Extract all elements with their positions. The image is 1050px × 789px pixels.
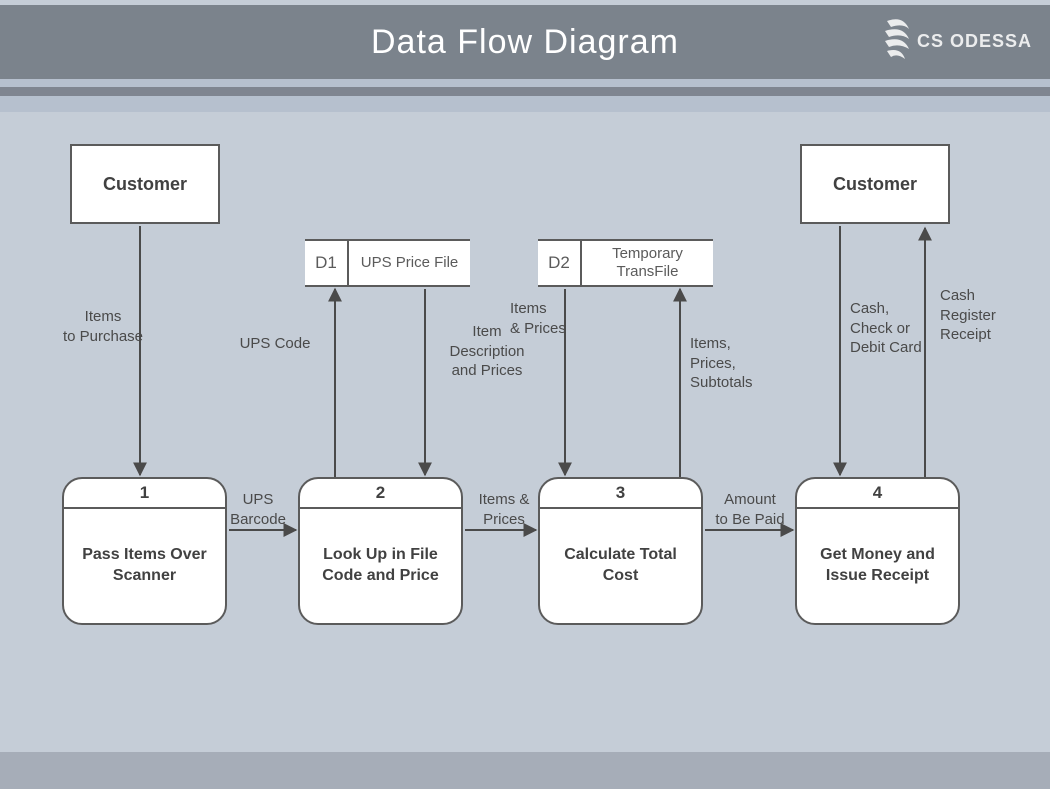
process-4: 4 Get Money and Issue Receipt xyxy=(795,477,960,625)
process-3-num: 3 xyxy=(540,479,701,509)
process-3: 3 Calculate Total Cost xyxy=(538,477,703,625)
datastore-d2-name: Temporary TransFile xyxy=(582,241,713,285)
process-3-name: Calculate Total Cost xyxy=(540,509,701,623)
flow-ups-code: UPS Code xyxy=(230,334,320,354)
flow-items-prices-horizontal: Items & Prices xyxy=(464,490,544,529)
process-4-name: Get Money and Issue Receipt xyxy=(797,509,958,623)
flow-items-to-purchase: Items to Purchase xyxy=(58,307,148,346)
process-1: 1 Pass Items Over Scanner xyxy=(62,477,227,625)
datastore-d1-name: UPS Price File xyxy=(349,241,470,285)
diagram-canvas: Customer Customer D1 UPS Price File D2 T… xyxy=(0,112,1050,752)
process-4-num: 4 xyxy=(797,479,958,509)
process-2: 2 Look Up in File Code and Price xyxy=(298,477,463,625)
flow-cash-register-receipt: Cash Register Receipt xyxy=(940,286,1020,345)
datastore-d1-id: D1 xyxy=(305,241,349,285)
entity-customer-right: Customer xyxy=(800,144,950,224)
brand-text: CS ODESSA xyxy=(917,31,1032,52)
process-2-num: 2 xyxy=(300,479,461,509)
accent-band-3 xyxy=(0,96,1050,112)
footer-band xyxy=(0,752,1050,789)
process-1-num: 1 xyxy=(64,479,225,509)
swirl-icon xyxy=(879,17,915,65)
datastore-d1: D1 UPS Price File xyxy=(305,239,470,287)
title-bar: Data Flow Diagram CS ODESSA xyxy=(0,5,1050,79)
accent-band-2 xyxy=(0,87,1050,96)
accent-band-1 xyxy=(0,79,1050,87)
diagram-title: Data Flow Diagram xyxy=(371,23,679,62)
flow-cash-check-debit: Cash, Check or Debit Card xyxy=(850,299,940,358)
flow-items-prices-down: Items & Prices xyxy=(510,299,590,338)
entity-customer-left: Customer xyxy=(70,144,220,224)
datastore-d2-id: D2 xyxy=(538,241,582,285)
process-2-name: Look Up in File Code and Price xyxy=(300,509,461,623)
page: Data Flow Diagram CS ODESSA Customer Cus… xyxy=(0,0,1050,789)
flow-ups-barcode: UPS Barcode xyxy=(218,490,298,529)
process-1-name: Pass Items Over Scanner xyxy=(64,509,225,623)
datastore-d2: D2 Temporary TransFile xyxy=(538,239,713,287)
flow-items-prices-subtotals: Items, Prices, Subtotals xyxy=(690,334,780,393)
flow-amount-to-be-paid: Amount to Be Paid xyxy=(700,490,800,529)
brand-logo: CS ODESSA xyxy=(879,17,1032,65)
